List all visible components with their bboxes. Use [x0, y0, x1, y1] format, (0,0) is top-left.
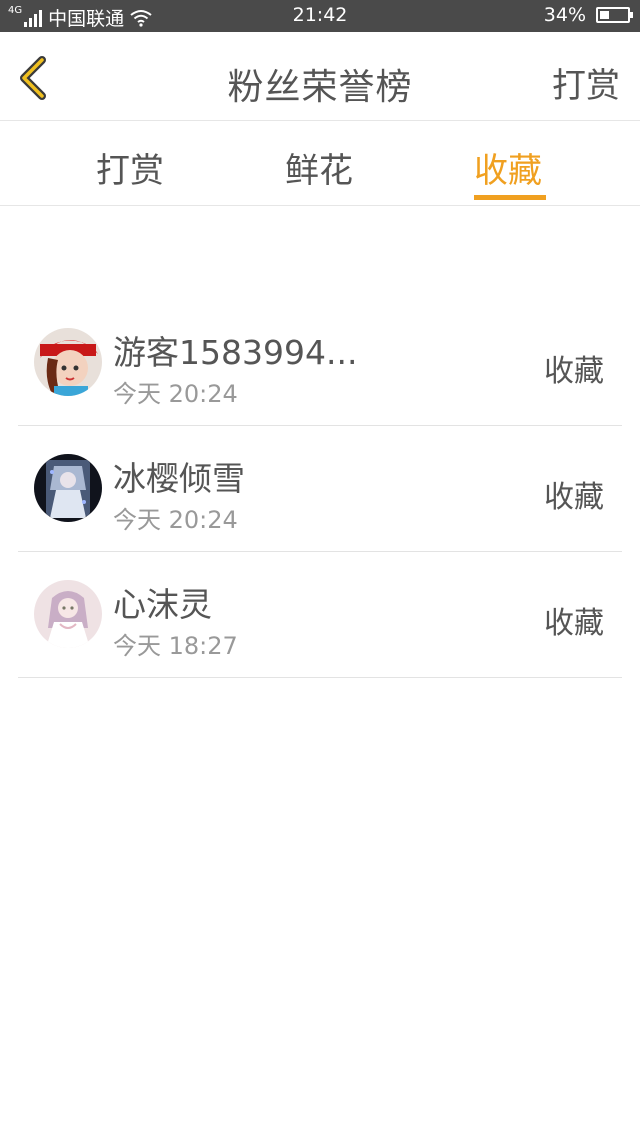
action-type-label: 收藏	[544, 354, 604, 389]
user-name: 游客1583994...	[113, 333, 358, 372]
nav-bar: 粉丝荣誉榜 打赏	[0, 32, 640, 121]
action-type-label: 收藏	[544, 480, 604, 515]
status-bar: 4G 中国联通 21:42 34%	[0, 0, 640, 32]
list-item[interactable]: 游客1583994... 今天 20:24 收藏	[18, 300, 622, 426]
battery-percent: 34%	[543, 4, 586, 26]
page-title: 粉丝荣誉榜	[227, 67, 413, 108]
avatar[interactable]	[34, 580, 102, 648]
tab-flowers[interactable]: 鲜花	[285, 143, 353, 192]
action-type-label: 收藏	[544, 606, 604, 641]
status-bar-right: 34%	[543, 4, 633, 26]
battery-level	[600, 11, 609, 19]
user-name: 冰樱倾雪	[113, 459, 245, 498]
list-item[interactable]: 冰樱倾雪 今天 20:24 收藏	[18, 426, 622, 552]
user-name: 心沫灵	[113, 585, 212, 624]
list-item[interactable]: 心沫灵 今天 18:27 收藏	[18, 552, 622, 678]
timestamp: 今天 18:27	[113, 632, 238, 660]
reward-button[interactable]: 打赏	[552, 58, 620, 107]
avatar[interactable]	[34, 328, 102, 396]
avatar[interactable]	[34, 454, 102, 522]
tab-favorites[interactable]: 收藏	[474, 143, 542, 192]
tab-bar: 打赏 鲜花 收藏	[0, 121, 640, 206]
fan-list: 游客1583994... 今天 20:24 收藏 冰樱倾雪 今天 20:24 收…	[18, 300, 622, 678]
timestamp: 今天 20:24	[113, 380, 238, 408]
active-tab-indicator	[474, 195, 546, 200]
battery-icon	[596, 7, 633, 23]
timestamp: 今天 20:24	[113, 506, 238, 534]
tab-reward[interactable]: 打赏	[96, 143, 164, 192]
